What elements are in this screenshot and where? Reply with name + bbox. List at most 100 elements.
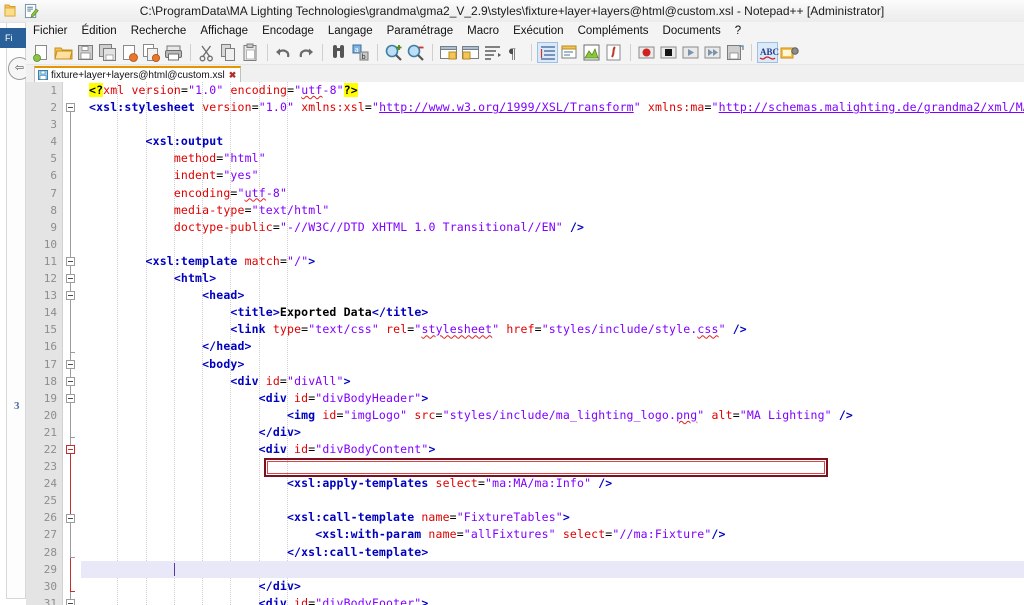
fold-row[interactable] (63, 492, 81, 509)
sync-horizontal-scrolling-icon[interactable] (460, 42, 481, 63)
fold-row[interactable] (63, 407, 81, 424)
code-line[interactable] (81, 116, 1024, 133)
background-app-tab[interactable]: Fi (0, 28, 26, 48)
show-all-characters-icon[interactable]: ¶ (504, 42, 525, 63)
paste-icon[interactable] (240, 42, 261, 63)
code-line[interactable]: <xsl:stylesheet version="1.0" xmlns:xsl=… (81, 99, 1024, 116)
fold-toggle-icon[interactable] (66, 599, 75, 605)
find-icon[interactable] (328, 42, 349, 63)
fold-row[interactable] (63, 304, 81, 321)
code-line[interactable]: </div> (81, 424, 1024, 441)
code-line[interactable]: <div id="divAll"> (81, 373, 1024, 390)
code-line[interactable]: <link type="text/css" rel="stylesheet" h… (81, 321, 1024, 338)
cut-icon[interactable] (196, 42, 217, 63)
code-line[interactable] (81, 236, 1024, 253)
code-line[interactable]: <img id="imgLogo" src="styles/include/ma… (81, 407, 1024, 424)
fold-toggle-icon[interactable] (66, 376, 75, 386)
fold-toggle-icon[interactable] (66, 513, 75, 523)
fold-row[interactable] (63, 236, 81, 253)
menu-item-compl-ments[interactable]: Compléments (571, 22, 656, 40)
user-defined-dialog-icon[interactable] (559, 42, 580, 63)
code-line[interactable]: method="html" (81, 150, 1024, 167)
zoom-out-icon[interactable] (405, 42, 426, 63)
open-file-icon[interactable] (53, 42, 74, 63)
menu-item-affichage[interactable]: Affichage (193, 22, 255, 40)
code-line[interactable]: <html> (81, 270, 1024, 287)
fold-row[interactable] (63, 458, 81, 475)
word-wrap-icon[interactable] (482, 42, 503, 63)
menu-item-macro[interactable]: Macro (460, 22, 506, 40)
code-line[interactable]: <xsl:output (81, 133, 1024, 150)
fold-row[interactable] (63, 202, 81, 219)
code-line[interactable]: <xsl:call-template name="FixtureTables"> (81, 509, 1024, 526)
function-list-icon[interactable] (603, 42, 624, 63)
new-file-icon[interactable] (31, 42, 52, 63)
fold-row[interactable] (63, 219, 81, 236)
fold-toggle-icon[interactable] (66, 359, 75, 369)
fold-margin[interactable] (63, 82, 81, 605)
code-line[interactable]: indent="yes" (81, 167, 1024, 184)
stop-recording-icon[interactable] (658, 42, 679, 63)
code-line[interactable]: <head> (81, 287, 1024, 304)
code-line[interactable]: <xsl:apply-templates select="ma:MA/ma:In… (81, 475, 1024, 492)
fold-row[interactable] (63, 167, 81, 184)
code-line[interactable]: encoding="utf-8" (81, 185, 1024, 202)
code-line[interactable]: <xsl:template match="/"> (81, 253, 1024, 270)
menu-item-[interactable]: ? (728, 22, 748, 40)
close-icon[interactable]: ✖ (229, 70, 237, 81)
code-line[interactable] (81, 458, 1024, 475)
fold-row[interactable] (63, 150, 81, 167)
code-line[interactable]: media-type="text/html" (81, 202, 1024, 219)
close-file-icon[interactable] (119, 42, 140, 63)
code-line[interactable]: doctype-public="-//W3C//DTD XHTML 1.0 Tr… (81, 219, 1024, 236)
code-line[interactable] (81, 492, 1024, 509)
save-icon[interactable] (75, 42, 96, 63)
fold-row[interactable] (63, 578, 81, 595)
fold-row[interactable] (63, 133, 81, 150)
sync-vertical-scrolling-icon[interactable] (438, 42, 459, 63)
code-line[interactable]: </xsl:call-template> (81, 544, 1024, 561)
zoom-in-icon[interactable] (383, 42, 404, 63)
fold-row[interactable] (63, 475, 81, 492)
fold-toggle-icon[interactable] (66, 291, 75, 301)
fold-row[interactable] (63, 338, 81, 355)
fold-row[interactable] (63, 544, 81, 561)
code-line[interactable]: </div> (81, 578, 1024, 595)
save-macro-icon[interactable] (724, 42, 745, 63)
copy-icon[interactable] (218, 42, 239, 63)
fold-toggle-icon[interactable] (66, 257, 75, 266)
fold-toggle-icon[interactable] (66, 103, 75, 113)
menu-item-param-trage[interactable]: Paramétrage (380, 22, 460, 40)
code-line[interactable]: <title>Exported Data</title> (81, 304, 1024, 321)
undo-icon[interactable] (273, 42, 294, 63)
fold-row[interactable] (63, 321, 81, 338)
menu-item-recherche[interactable]: Recherche (124, 22, 194, 40)
menu-item-dition[interactable]: Édition (75, 22, 124, 40)
fold-row[interactable] (63, 526, 81, 543)
fold-toggle-icon[interactable] (66, 445, 75, 455)
menu-item-documents[interactable]: Documents (656, 22, 728, 40)
code-line[interactable]: <body> (81, 356, 1024, 373)
fold-toggle-icon[interactable] (66, 393, 75, 403)
play-macro-icon[interactable] (680, 42, 701, 63)
run-icon[interactable] (779, 42, 800, 63)
code-line[interactable]: <div id="divBodyContent"> (81, 441, 1024, 458)
fold-row[interactable] (63, 185, 81, 202)
fold-toggle-icon[interactable] (66, 274, 75, 284)
fold-row[interactable] (63, 561, 81, 578)
run-macro-multiple-icon[interactable] (702, 42, 723, 63)
code-editor[interactable]: 1 2 3 4 5 6 7 8 9 10 11 12 13 14 15 16 17 18 19 20 21 22 23 24 2… (26, 82, 1024, 605)
fold-row[interactable] (63, 82, 81, 99)
replace-icon[interactable]: ab (350, 42, 371, 63)
menu-item-encodage[interactable]: Encodage (255, 22, 321, 40)
code-line[interactable] (81, 560, 1024, 578)
code-line[interactable]: <div id="divBodyFooter"> (81, 595, 1024, 605)
close-all-icon[interactable] (141, 42, 162, 63)
print-icon[interactable] (163, 42, 184, 63)
indent-guideline-icon[interactable] (537, 41, 558, 63)
menu-item-ex-cution[interactable]: Exécution (506, 22, 571, 40)
code-text-area[interactable]: <?xml version="1.0" encoding="utf-8"?> <x… (81, 82, 1024, 605)
tab-active-document[interactable]: fixture+layer+layers@html@custom.xsl ✖ (34, 66, 242, 82)
record-macro-icon[interactable] (636, 42, 657, 63)
redo-icon[interactable] (295, 42, 316, 63)
